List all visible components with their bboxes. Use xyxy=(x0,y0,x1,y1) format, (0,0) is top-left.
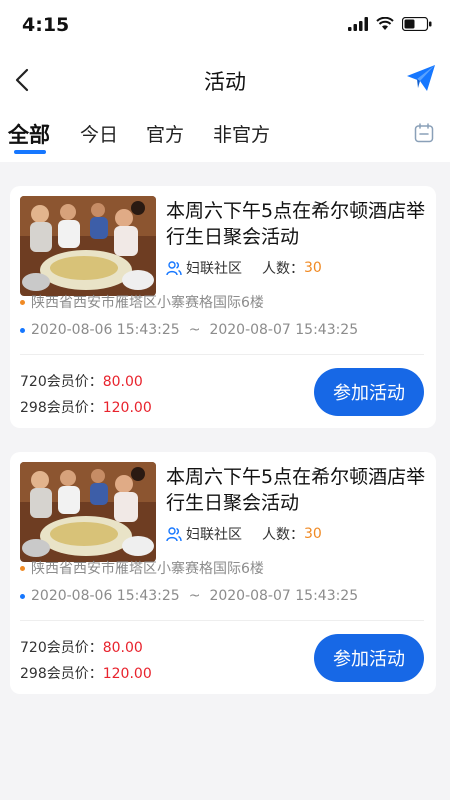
nav-bar: 活动 xyxy=(0,52,450,108)
price-value: 80.00 xyxy=(102,640,143,656)
signal-icon xyxy=(348,17,368,31)
price-label: 298会员价： xyxy=(20,666,103,682)
organizer-line: 妇联社区 人数： 30 xyxy=(166,258,322,278)
status-time: 4:15 xyxy=(22,14,70,36)
price-label: 298会员价： xyxy=(20,400,103,416)
status-icons xyxy=(348,17,432,31)
end-time: 2020-08-07 15:43:25 xyxy=(209,588,359,604)
price-line-720: 720会员价：80.00 xyxy=(20,637,143,657)
address-line: 陕西省西安市雁塔区小寨赛格国际6楼 xyxy=(20,292,264,312)
address-dot xyxy=(20,565,25,571)
filter-tabs: 全部 今日 官方 非官方 xyxy=(0,108,450,162)
count-label: 人数： xyxy=(262,527,304,543)
price-line-720: 720会员价：80.00 xyxy=(20,371,143,391)
price-value: 120.00 xyxy=(102,666,152,682)
start-time: 2020-08-06 15:43:25 xyxy=(31,322,180,338)
page-title: 活动 xyxy=(204,70,246,94)
people-icon xyxy=(166,261,182,276)
time-line: 2020-08-06 15:43:25 ~ 2020-08-07 15:43:2… xyxy=(20,322,358,338)
battery-icon xyxy=(402,17,432,31)
organizer-line: 妇联社区 人数： 30 xyxy=(166,524,322,544)
card-divider xyxy=(20,620,424,621)
address-dot xyxy=(20,299,25,305)
active-tab-indicator xyxy=(14,150,46,154)
price-label: 720会员价： xyxy=(20,640,103,656)
join-activity-button[interactable]: 参加活动 xyxy=(314,368,424,416)
tab-today[interactable]: 今日 xyxy=(80,120,118,147)
activity-card[interactable]: 本周六下午5点在希尔顿酒店举行生日聚会活动 妇联社区 人数： 30 陕西省西安市… xyxy=(10,452,436,694)
paper-plane-icon xyxy=(407,65,435,91)
organizer-name: 妇联社区 xyxy=(186,527,242,543)
status-bar: 4:15 xyxy=(0,0,450,52)
time-separator: ~ xyxy=(188,322,201,338)
join-activity-button[interactable]: 参加活动 xyxy=(314,634,424,682)
address-text: 陕西省西安市雁塔区小寨赛格国际6楼 xyxy=(31,561,264,577)
count-value: 30 xyxy=(304,526,322,542)
end-time: 2020-08-07 15:43:25 xyxy=(209,322,359,338)
count-value: 30 xyxy=(304,260,322,276)
price-value: 80.00 xyxy=(102,374,143,390)
activity-title: 本周六下午5点在希尔顿酒店举行生日聚会活动 xyxy=(166,200,426,248)
tab-all[interactable]: 全部 xyxy=(8,119,50,149)
price-value: 120.00 xyxy=(102,400,152,416)
price-line-298: 298会员价：120.00 xyxy=(20,663,152,683)
calendar-button[interactable] xyxy=(414,123,436,145)
calendar-icon xyxy=(414,123,434,143)
organizer-name: 妇联社区 xyxy=(186,261,242,277)
price-line-298: 298会员价：120.00 xyxy=(20,397,152,417)
wifi-icon xyxy=(376,17,394,30)
card-divider xyxy=(20,354,424,355)
activity-image xyxy=(20,462,156,562)
tab-unofficial[interactable]: 非官方 xyxy=(213,120,270,147)
people-icon xyxy=(166,527,182,542)
activity-card[interactable]: 本周六下午5点在希尔顿酒店举行生日聚会活动 妇联社区 人数： 30 陕西省西安市… xyxy=(10,186,436,428)
time-dot xyxy=(20,593,25,599)
address-line: 陕西省西安市雁塔区小寨赛格国际6楼 xyxy=(20,558,264,578)
address-text: 陕西省西安市雁塔区小寨赛格国际6楼 xyxy=(31,295,264,311)
time-dot xyxy=(20,327,25,333)
price-label: 720会员价： xyxy=(20,374,103,390)
time-separator: ~ xyxy=(188,588,201,604)
activity-title: 本周六下午5点在希尔顿酒店举行生日聚会活动 xyxy=(166,466,426,514)
count-label: 人数： xyxy=(262,261,304,277)
tab-official[interactable]: 官方 xyxy=(146,120,184,147)
start-time: 2020-08-06 15:43:25 xyxy=(31,588,180,604)
time-line: 2020-08-06 15:43:25 ~ 2020-08-07 15:43:2… xyxy=(20,588,358,604)
send-button[interactable] xyxy=(406,64,438,96)
activity-image xyxy=(20,196,156,296)
